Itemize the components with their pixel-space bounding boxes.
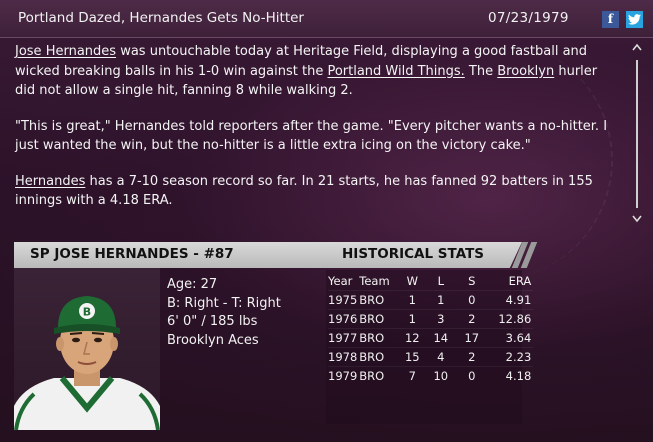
cell-l: 14 (425, 327, 457, 347)
article-paragraph: Jose Hernandes was untouchable today at … (15, 42, 620, 101)
cell-era: 12.86 (487, 308, 534, 328)
article-quote: "This is great," Hernandes told reporter… (15, 118, 608, 154)
player-bats-throws: B: Right - T: Right (167, 295, 281, 311)
player-team: Brooklyn Aces (167, 332, 259, 348)
table-row: 1977 BRO 12 14 17 3.64 (328, 327, 534, 347)
cell-era: 3.64 (487, 327, 534, 347)
headline: Portland Dazed, Hernandes Gets No-Hitter (18, 10, 304, 26)
cell-s: 2 (456, 308, 488, 328)
col-team: Team (359, 273, 390, 288)
cell-s: 0 (456, 289, 488, 309)
table-row: 1976 BRO 1 3 2 12.86 (328, 308, 534, 328)
historical-stats-header: HISTORICAL STATS (342, 246, 485, 262)
article-text: has a 7-10 season record so far. In 21 s… (15, 173, 593, 209)
cell-year: 1975 (328, 289, 358, 309)
scroll-up-icon[interactable] (630, 42, 644, 56)
col-era: ERA (508, 273, 532, 288)
col-l: L (437, 273, 444, 288)
player-portrait: B (14, 268, 160, 430)
cell-team: BRO (357, 346, 400, 366)
player-height-weight: 6' 0" / 185 lbs (167, 314, 258, 329)
cell-s: 17 (456, 327, 488, 347)
player-bio: Age: 27 B: Right - T: Right 6' 0" / 185 … (167, 276, 281, 350)
col-s: S (468, 273, 476, 288)
cell-l: 10 (425, 365, 457, 385)
cell-year: 1977 (328, 327, 358, 347)
player-age: Age: 27 (167, 277, 218, 292)
col-w: W (406, 273, 418, 288)
cell-s: 2 (456, 346, 488, 366)
cell-team: BRO (357, 289, 400, 309)
table-row: 1978 BRO 15 4 2 2.23 (328, 346, 534, 366)
article-body: Jose Hernandes was untouchable today at … (15, 42, 620, 227)
cell-year: 1978 (328, 346, 358, 366)
cell-l: 3 (425, 308, 457, 328)
scroll-down-icon[interactable] (630, 212, 644, 226)
cell-team: BRO (357, 327, 400, 347)
article-text: The (464, 63, 498, 79)
cell-team: BRO (357, 365, 400, 385)
stats-header-row: Year Team W L S ERA (328, 272, 533, 290)
article-date: 07/23/1979 (488, 10, 569, 26)
col-year: Year (328, 273, 353, 288)
table-row: 1975 BRO 1 1 0 4.91 (328, 289, 534, 309)
cap-logo: B (83, 306, 91, 319)
cell-l: 1 (425, 289, 457, 309)
cell-era: 4.91 (487, 289, 534, 309)
player-name-header: SP JOSE HERNANDES - #87 (30, 246, 234, 262)
opponent-link[interactable]: Portland Wild Things. (327, 64, 464, 79)
twitter-icon[interactable] (626, 11, 643, 28)
player-avatar-icon: B (14, 296, 160, 430)
scrollbar-track[interactable] (636, 60, 638, 208)
cell-w: 12 (399, 327, 426, 347)
cell-w: 1 (399, 308, 426, 328)
cell-era: 2.23 (487, 346, 534, 366)
cell-l: 4 (425, 346, 457, 366)
historical-stats-table: Year Team W L S ERA 1975 BRO 1 1 0 4.91 … (328, 272, 534, 385)
cell-era: 4.18 (487, 365, 534, 385)
cell-s: 0 (456, 365, 488, 385)
table-row: 1979 BRO 7 10 0 4.18 (328, 365, 534, 385)
cell-team: BRO (357, 308, 400, 328)
pitcher-link[interactable]: Hernandes (15, 174, 85, 189)
news-header: Portland Dazed, Hernandes Gets No-Hitter… (0, 0, 653, 38)
facebook-icon[interactable]: f (602, 11, 619, 28)
article-paragraph: Hernandes has a 7-10 season record so fa… (15, 172, 620, 211)
cell-w: 1 (399, 289, 426, 309)
pitcher-link[interactable]: Jose Hernandes (15, 44, 116, 59)
cell-w: 15 (399, 346, 426, 366)
cell-year: 1979 (328, 365, 358, 385)
cell-year: 1976 (328, 308, 358, 328)
cell-w: 7 (399, 365, 426, 385)
team-link[interactable]: Brooklyn (497, 64, 554, 79)
